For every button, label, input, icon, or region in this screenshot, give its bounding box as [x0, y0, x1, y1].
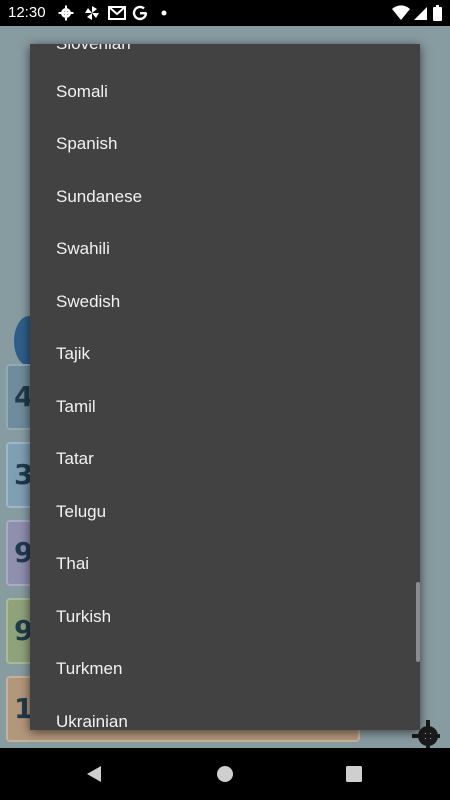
navigation-bar	[0, 748, 450, 800]
home-icon[interactable]	[216, 765, 234, 783]
google-icon	[132, 5, 148, 21]
status-bar: 12:30	[0, 0, 450, 26]
dropdown-item[interactable]: Sundanese	[56, 171, 142, 223]
wifi-icon	[392, 5, 410, 21]
dropdown-item[interactable]: Telugu	[56, 486, 106, 538]
dot-icon	[161, 10, 167, 16]
back-icon[interactable]	[86, 765, 102, 783]
status-time: 12:30	[8, 4, 46, 21]
battery-icon	[433, 5, 442, 21]
signal-icon	[414, 7, 427, 20]
dropdown-item[interactable]: Ukrainian	[56, 696, 128, 730]
dropdown-item[interactable]: Swedish	[56, 276, 120, 328]
recents-icon[interactable]	[346, 766, 362, 782]
gear-icon	[58, 5, 74, 21]
gmail-icon	[108, 6, 126, 20]
dropdown-item[interactable]: Tatar	[56, 433, 94, 485]
dropdown-item[interactable]: Turkmen	[56, 643, 122, 695]
dropdown-item[interactable]: Spanish	[56, 118, 117, 170]
dropdown-item[interactable]: Turkish	[56, 591, 111, 643]
language-dropdown-list[interactable]: Slovenian Somali Spanish Sundanese Swahi…	[30, 44, 420, 730]
dropdown-item[interactable]: Tajik	[56, 328, 90, 380]
dropdown-item[interactable]: Swahili	[56, 223, 110, 275]
dropdown-item[interactable]: Thai	[56, 538, 89, 590]
pinwheel-icon	[85, 6, 99, 20]
dropdown-item[interactable]: Somali	[56, 66, 108, 118]
dropdown-item[interactable]: Tamil	[56, 381, 96, 433]
dropdown-scrollbar[interactable]	[416, 582, 420, 662]
